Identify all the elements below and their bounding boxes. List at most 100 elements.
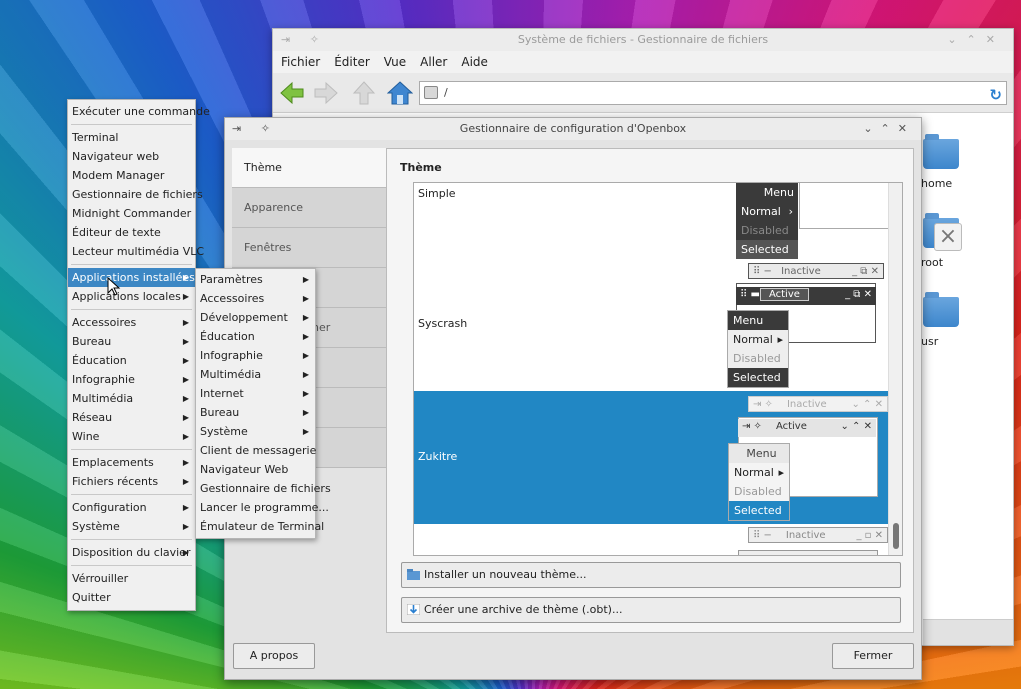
menu-item-multimedia[interactable]: Multimédia ▶ <box>68 389 195 408</box>
menu-item-bureau[interactable]: Bureau ▶ <box>68 332 195 351</box>
menu-item-label: Terminal <box>72 131 119 144</box>
menu-item-wine[interactable]: Wine ▶ <box>68 427 195 446</box>
close-button[interactable]: Fermer <box>832 643 914 669</box>
submenu-arrow-icon: ▶ <box>182 432 189 441</box>
menu-item-terminal[interactable]: Terminal <box>68 128 195 147</box>
scrollbar-thumb[interactable] <box>893 523 899 549</box>
submenu-item-emulateur-de-terminal[interactable]: Émulateur de Terminal <box>196 517 324 536</box>
submenu-item-client-de-messagerie[interactable]: Client de messagerie <box>196 441 316 460</box>
menu-item-label: Éducation <box>72 354 127 367</box>
theme-list-scrollbar[interactable] <box>888 183 902 555</box>
window-controls[interactable]: ⌄⌃✕ <box>947 29 1005 51</box>
menu-item-systeme[interactable]: Système ▶ <box>68 517 195 536</box>
menu-item-education[interactable]: Éducation ▶ <box>68 351 195 370</box>
mouse-cursor-icon <box>107 277 121 296</box>
menu-item-emplacements[interactable]: Emplacements ▶ <box>68 453 195 472</box>
menu-separator <box>71 309 192 310</box>
up-arrow-icon[interactable] <box>351 80 377 106</box>
submenu-item-lancer-le-programme[interactable]: Lancer le programme... <box>196 498 329 517</box>
menu-separator <box>71 449 192 450</box>
submenu-arrow-icon: ▶ <box>182 394 189 403</box>
menu-fichier[interactable]: Fichier <box>281 51 320 73</box>
menu-item-infographie[interactable]: Infographie ▶ <box>68 370 195 389</box>
menu-item-navigateur-web[interactable]: Navigateur web <box>68 147 195 166</box>
install-theme-button[interactable]: Installer un nouveau thème... <box>401 562 901 588</box>
theme-pane: Thème Simple Menu Normal › Disabled Selec… <box>386 148 914 633</box>
menu-item-lecteur-multimedia-vlc[interactable]: Lecteur multimédia VLC <box>68 242 204 261</box>
submenu-item-accessoires[interactable]: Accessoires ▶ <box>196 289 315 308</box>
menu-item-fichiers-recents[interactable]: Fichiers récents ▶ <box>68 472 195 491</box>
window-pin-icon[interactable]: ⇥ ✧ <box>232 118 278 140</box>
close-icon[interactable]: × <box>934 223 962 251</box>
folder-icon[interactable] <box>923 134 959 169</box>
tab-theme[interactable]: Thème <box>232 148 386 188</box>
install-theme-label: Installer un nouveau thème... <box>424 568 587 581</box>
folder-label-home[interactable]: home <box>921 177 952 190</box>
forward-arrow-icon[interactable] <box>313 80 339 106</box>
menu-item-label: Exécuter une commande <box>72 105 210 118</box>
submenu-arrow-icon: ▶ <box>302 332 309 341</box>
menu-item-label: Wine <box>72 430 100 443</box>
window-pin-icon[interactable]: ⇥ ✧ <box>281 29 327 51</box>
submenu-item-developpement[interactable]: Développement ▶ <box>196 308 315 327</box>
folder-icon[interactable] <box>923 292 959 327</box>
theme-row-next[interactable]: ⠿ − Inactive _ ▫ ✕ <box>414 524 888 555</box>
theme-row-zukitre[interactable]: Zukitre ⇥ ✧ Inactive ⌄ ⌃ ✕ ⇥ ✧ Active ⌄ ⌃ ✕ … <box>414 391 888 524</box>
menu-item-label: Multimédia <box>72 392 134 405</box>
theme-row-syscrash[interactable]: Syscrash ⠿ − Inactive _ ⧉ ✕ ⠿ ▬ Active _ ⧉ … <box>414 255 888 391</box>
home-icon[interactable] <box>387 80 413 106</box>
menu-aller[interactable]: Aller <box>420 51 447 73</box>
submenu-item-education[interactable]: Éducation ▶ <box>196 327 315 346</box>
folder-label-root[interactable]: root <box>921 256 943 269</box>
menu-item-configuration[interactable]: Configuration ▶ <box>68 498 195 517</box>
submenu-item-infographie[interactable]: Infographie ▶ <box>196 346 315 365</box>
menu-item-reseau[interactable]: Réseau ▶ <box>68 408 195 427</box>
submenu-arrow-icon: ▶ <box>302 427 309 436</box>
submenu-item-internet[interactable]: Internet ▶ <box>196 384 315 403</box>
openbox-titlebar[interactable]: ⇥ ✧ Gestionnaire de configuration d'Open… <box>225 118 921 140</box>
preview-normal: Normal ▸ <box>734 466 784 479</box>
submenu-item-multimedia[interactable]: Multimédia ▶ <box>196 365 315 384</box>
about-button[interactable]: A propos <box>233 643 315 669</box>
menu-item-label: Navigateur web <box>72 150 160 163</box>
menu-aide[interactable]: Aide <box>461 51 488 73</box>
menu-editer[interactable]: Éditer <box>334 51 370 73</box>
create-archive-button[interactable]: Créer une archive de thème (.obt)... <box>401 597 901 623</box>
menu-item-accessoires[interactable]: Accessoires ▶ <box>68 313 195 332</box>
submenu-item-gestionnaire-de-fichiers[interactable]: Gestionnaire de fichiers <box>196 479 331 498</box>
submenu-item-navigateur-web[interactable]: Navigateur Web <box>196 460 315 479</box>
openbox-title: Gestionnaire de configuration d'Openbox <box>459 122 687 135</box>
menu-vue[interactable]: Vue <box>384 51 406 73</box>
submenu-arrow-icon: ▶ <box>182 413 189 422</box>
menu-item-label: Quitter <box>72 591 111 604</box>
submenu-item-bureau[interactable]: Bureau ▶ <box>196 403 315 422</box>
tab-apparence[interactable]: Apparence <box>232 188 386 228</box>
tab-fenetres[interactable]: Fenêtres <box>232 228 386 268</box>
submenu-item-systeme[interactable]: Système ▶ <box>196 422 315 441</box>
window-controls[interactable]: ⌄⌃✕ <box>863 118 915 140</box>
address-bar[interactable]: / ↻ <box>419 81 1007 105</box>
submenu-arrow-icon: ▶ <box>302 294 309 303</box>
menu-item-verrouiller[interactable]: Vérrouiller <box>68 569 195 588</box>
menu-item-executer-une-commande[interactable]: Exécuter une commande <box>68 102 210 121</box>
file-manager-titlebar[interactable]: ⇥ ✧ Système de fichiers - Gestionnaire d… <box>273 29 1013 51</box>
preview-inactive-titlebar: ⇥ ✧ Inactive ⌄ ⌃ ✕ <box>748 396 888 412</box>
preview-selected: Selected <box>728 368 788 387</box>
menu-item-disposition-du-clavier[interactable]: Disposition du clavier ▶ <box>68 543 195 562</box>
menu-item-quitter[interactable]: Quitter <box>68 588 195 607</box>
back-arrow-icon[interactable] <box>279 80 305 106</box>
submenu-item-parametres[interactable]: Paramètres ▶ <box>196 270 315 289</box>
menu-item-modem-manager[interactable]: Modem Manager <box>68 166 195 185</box>
theme-row-simple[interactable]: Simple Menu Normal › Disabled Selected <box>414 183 889 259</box>
reload-icon[interactable]: ↻ <box>989 84 1002 106</box>
menu-item-applications-installees[interactable]: Applications installées ▶ <box>68 268 195 287</box>
preview-selected: Selected <box>729 501 789 520</box>
menu-item-gestionnaire-de-fichiers[interactable]: Gestionnaire de fichiers <box>68 185 203 204</box>
menu-item-applications-locales[interactable]: Applications locales ▶ <box>68 287 195 306</box>
folder-label-usr[interactable]: usr <box>921 335 938 348</box>
theme-list[interactable]: Simple Menu Normal › Disabled Selected Sy… <box>413 182 903 556</box>
menu-item-editeur-de-texte[interactable]: Éditeur de texte <box>68 223 195 242</box>
menu-item-midnight-commander[interactable]: Midnight Commander <box>68 204 195 223</box>
openbox-config-window: ⇥ ✧ Gestionnaire de configuration d'Open… <box>224 117 922 680</box>
submenu-arrow-icon: ▶ <box>182 273 189 282</box>
